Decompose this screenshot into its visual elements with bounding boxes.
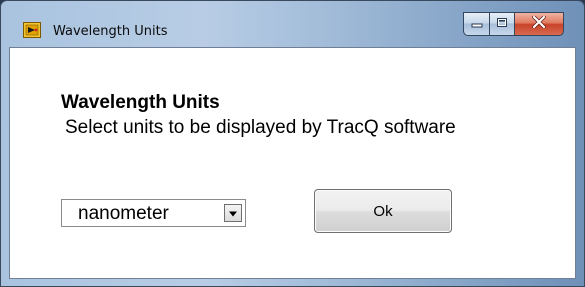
close-button[interactable] [514, 12, 564, 36]
caption-buttons [463, 12, 564, 36]
title-bar[interactable]: Wavelength Units [1, 1, 584, 39]
dialog-subheading: Select units to be displayed by TracQ so… [65, 117, 456, 138]
labview-icon[interactable] [23, 22, 41, 38]
units-select-value: nanometer [78, 203, 169, 224]
chevron-down-icon [228, 204, 238, 222]
units-select[interactable]: nanometer [61, 199, 246, 227]
maximize-button[interactable] [489, 12, 514, 36]
maximize-icon [496, 15, 508, 33]
close-icon [532, 15, 546, 33]
minimize-button[interactable] [463, 12, 489, 36]
window-title: Wavelength Units [53, 24, 168, 39]
ok-button[interactable]: Ok [314, 189, 452, 233]
minimize-icon [471, 15, 483, 33]
dialog-body: Wavelength Units Select units to be disp… [9, 47, 576, 279]
dialog-window: Wavelength Units Wavelength Units Select… [0, 0, 585, 287]
dropdown-arrow-button[interactable] [224, 204, 242, 222]
dialog-heading: Wavelength Units [61, 92, 220, 113]
